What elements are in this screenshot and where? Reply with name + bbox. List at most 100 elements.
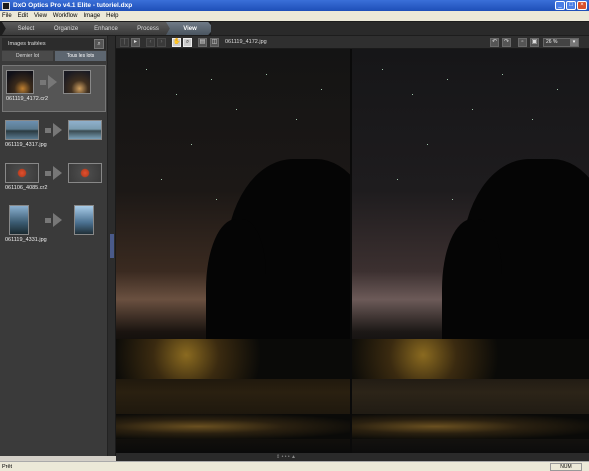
status-bar: Prêt NUM [0, 461, 589, 471]
after-thumbnail [68, 163, 102, 183]
image-after-pane[interactable] [352, 49, 589, 453]
panel-title: Images traitées [8, 41, 46, 47]
viewer-toolbar: | ▸ ‹ › ✋ ⌕ ▤ ◫ 061119_4172.jpg ↶ ↷ ▫ ▣ … [116, 36, 589, 49]
menu-view[interactable]: View [34, 13, 47, 19]
split-view-icon[interactable]: ◫ [210, 38, 219, 47]
tab-organize[interactable]: Organize [42, 22, 90, 35]
fit-icon[interactable]: ▫ [518, 38, 527, 47]
zoom-select[interactable]: 26 % ▾ [543, 38, 579, 47]
arrow-icon [45, 127, 51, 133]
star [412, 94, 413, 95]
status-text: Prêt [2, 463, 13, 470]
star [161, 179, 162, 180]
water-reflection [352, 414, 589, 439]
menu-edit[interactable]: Edit [18, 13, 28, 19]
lit-bushes [116, 339, 350, 379]
arrow-icon [45, 217, 51, 223]
menu-bar: File Edit View Workflow Image Help [0, 11, 589, 21]
before-thumbnail [5, 163, 39, 183]
thumbnail-item[interactable]: 061119_4317.jpg [2, 116, 106, 156]
thumbnail-name: 061119_4172.cr2 [6, 96, 48, 102]
processed-images-panel: Images traitées ⌕ Dernier lot Tous les l… [0, 36, 108, 456]
star [211, 79, 212, 80]
arrow-head-icon [53, 213, 62, 227]
thumbnail-name: 061119_4331.jpg [5, 237, 47, 243]
lit-bushes [352, 339, 589, 379]
chevron-down-icon[interactable]: ▾ [570, 39, 578, 46]
arrow-icon [45, 170, 51, 176]
star [472, 109, 473, 110]
forward-icon[interactable]: › [157, 38, 166, 47]
prev-icon[interactable]: ▸ [131, 38, 140, 47]
rotate-left-icon[interactable]: ↶ [490, 38, 499, 47]
menu-image[interactable]: Image [83, 13, 100, 19]
splitter-handle[interactable] [110, 234, 114, 258]
tab-select[interactable]: Select [2, 22, 50, 35]
thumbnail-item[interactable]: 061106_4085.cr2 [2, 159, 106, 199]
filmstrip-toggle-bar[interactable]: ⇕ • • • ▲ [116, 453, 589, 461]
num-lock-indicator: NUM [550, 463, 582, 471]
actual-size-icon[interactable]: ▣ [530, 38, 539, 47]
arrow-head-icon [48, 75, 57, 89]
arrow-icon [40, 79, 46, 85]
water-reflection [116, 414, 350, 439]
thumbnail-name: 061106_4085.cr2 [5, 185, 48, 191]
batch-tabs: Dernier lot Tous les lots [2, 51, 106, 61]
panel-splitter[interactable] [108, 36, 116, 456]
thumbnail-item[interactable]: 061119_4331.jpg [2, 201, 106, 251]
star [296, 119, 297, 120]
arrow-head-icon [53, 123, 62, 137]
star [216, 199, 217, 200]
image-before-pane[interactable] [116, 49, 350, 453]
search-icon[interactable]: ⌕ [94, 39, 104, 49]
star [397, 179, 398, 180]
thumbnail-name: 061119_4317.jpg [5, 142, 47, 148]
thumbnail-item[interactable]: 061119_4172.cr2 [2, 65, 106, 112]
star [191, 144, 192, 145]
rotate-right-icon[interactable]: ↷ [502, 38, 511, 47]
star [452, 199, 453, 200]
zoom-icon[interactable]: ⌕ [183, 38, 192, 47]
menu-file[interactable]: File [2, 13, 12, 19]
star [236, 109, 237, 110]
before-thumbnail [6, 70, 34, 94]
app-icon [2, 1, 10, 10]
tab-last-batch[interactable]: Dernier lot [2, 51, 53, 61]
tree-silhouette [206, 219, 266, 359]
star [502, 74, 503, 75]
first-icon[interactable]: | [120, 38, 129, 47]
tab-view[interactable]: View [166, 22, 214, 35]
star [382, 69, 383, 70]
star [266, 74, 267, 75]
window-title: DxO Optics Pro v4.1 Elite - tutoriel.dxp [13, 2, 133, 9]
star [176, 94, 177, 95]
star [447, 79, 448, 80]
menu-workflow[interactable]: Workflow [53, 13, 78, 19]
after-thumbnail [74, 205, 94, 235]
tabbar-fill [211, 22, 589, 35]
back-icon[interactable]: ‹ [146, 38, 155, 47]
window-controls: _ □ × [555, 1, 587, 10]
star [146, 69, 147, 70]
arrow-head-icon [53, 166, 62, 180]
star [427, 144, 428, 145]
hand-icon[interactable]: ✋ [172, 38, 181, 47]
single-view-icon[interactable]: ▤ [198, 38, 207, 47]
maximize-button[interactable]: □ [566, 1, 576, 10]
current-filename: 061119_4172.jpg [225, 39, 267, 45]
star [321, 89, 322, 90]
minimize-button[interactable]: _ [555, 1, 565, 10]
tab-enhance[interactable]: Enhance [82, 22, 130, 35]
zoom-value: 26 % [546, 39, 558, 45]
after-thumbnail [63, 70, 91, 94]
tab-all-batches[interactable]: Tous les lots [55, 51, 106, 61]
star [532, 119, 533, 120]
tab-process[interactable]: Process [124, 22, 172, 35]
menu-help[interactable]: Help [106, 13, 118, 19]
close-button[interactable]: × [577, 1, 587, 10]
workflow-tabs: Select Organize Enhance Process View [0, 21, 589, 36]
before-thumbnail [5, 120, 39, 140]
panel-header: Images traitées ⌕ [2, 38, 106, 50]
grip-icon[interactable]: ⇕ • • • ▲ [276, 454, 296, 460]
title-bar: DxO Optics Pro v4.1 Elite - tutoriel.dxp… [0, 0, 589, 11]
